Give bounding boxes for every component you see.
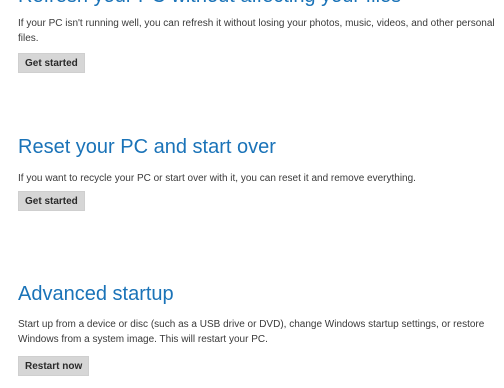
refresh-pc-heading: Refresh your PC without affecting your f…	[18, 0, 498, 8]
reset-get-started-button[interactable]: Get started	[18, 191, 85, 211]
reset-pc-description: If you want to recycle your PC or start …	[18, 173, 416, 184]
refresh-get-started-button[interactable]: Get started	[18, 53, 85, 73]
refresh-pc-section: Refresh your PC without affecting your f…	[18, 0, 498, 73]
advanced-startup-description: Start up from a device or disc (such as …	[18, 319, 485, 345]
advanced-startup-heading: Advanced startup	[18, 283, 174, 305]
reset-pc-section: Reset your PC and start over If you want…	[18, 135, 498, 211]
advanced-startup-section: Advanced startup Start up from a device …	[18, 282, 498, 376]
restart-now-button[interactable]: Restart now	[18, 356, 90, 376]
recovery-settings-page: Refresh your PC without affecting your f…	[0, 0, 504, 388]
reset-pc-heading: Reset your PC and start over	[18, 136, 276, 158]
refresh-pc-description: If your PC isn't running well, you can r…	[18, 18, 495, 44]
